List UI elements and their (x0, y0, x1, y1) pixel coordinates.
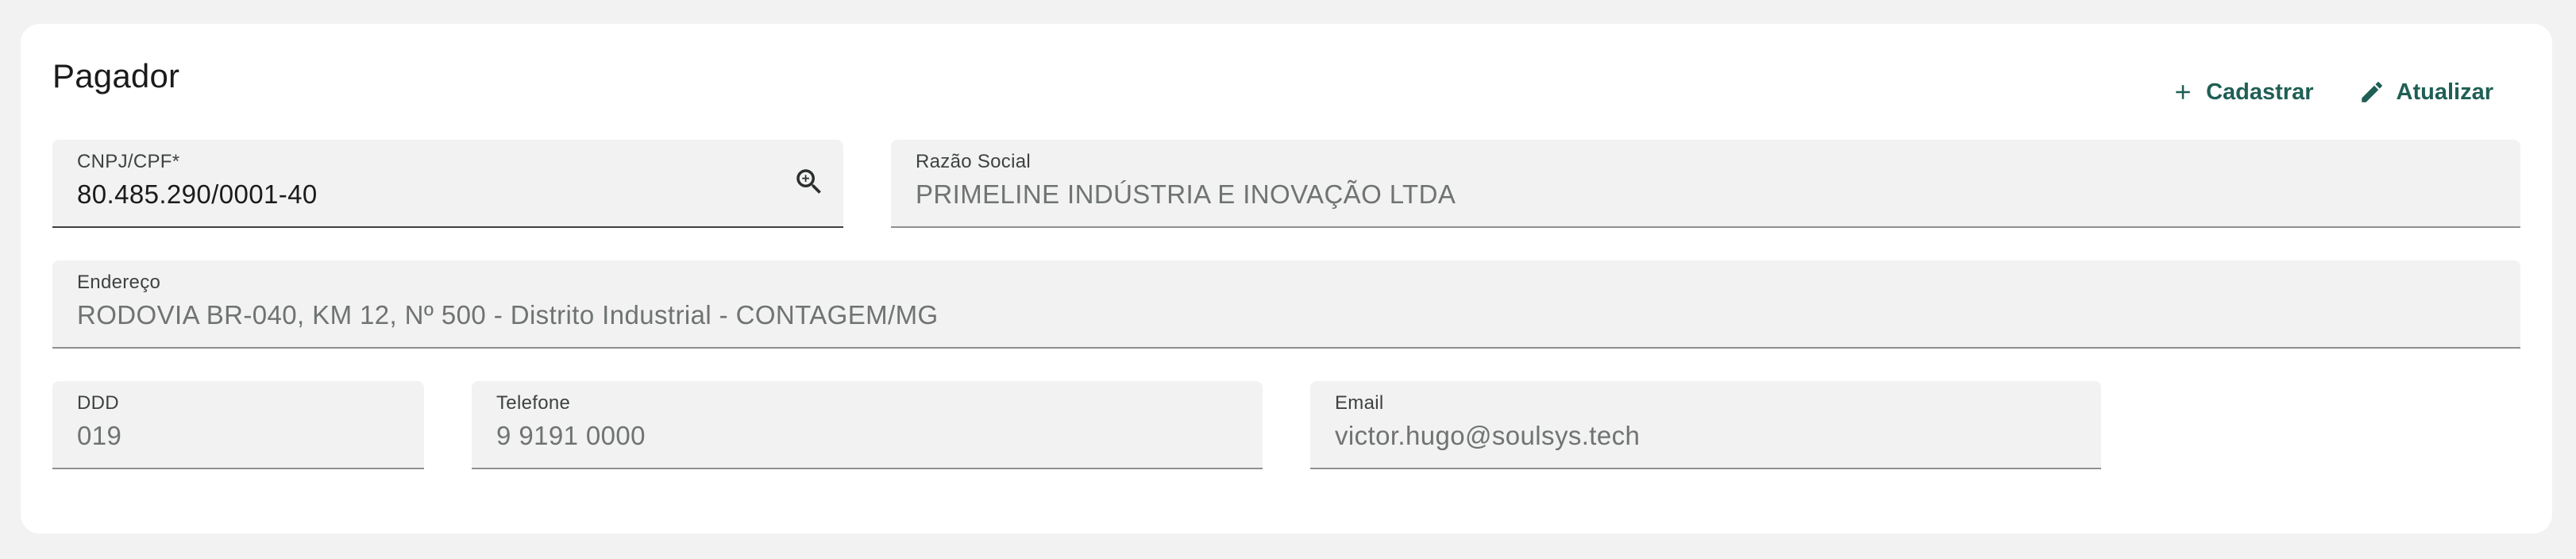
register-button-label: Cadastrar (2206, 79, 2314, 105)
ddd-field[interactable]: DDD 019 (52, 381, 424, 469)
cnpj-cpf-field[interactable]: CNPJ/CPF* 80.485.290/0001-40 (52, 140, 843, 228)
zoom-in-icon[interactable] (792, 165, 826, 202)
update-button[interactable]: Atualizar (2358, 71, 2493, 113)
razao-social-field[interactable]: Razão Social PRIMELINE INDÚSTRIA E INOVA… (891, 140, 2520, 228)
telefone-field[interactable]: Telefone 9 9191 0000 (472, 381, 1263, 469)
pencil-icon (2358, 79, 2385, 106)
card-actions: Cadastrar Atualizar (2171, 71, 2493, 113)
ddd-value[interactable]: 019 (77, 421, 121, 451)
telefone-label: Telefone (496, 392, 571, 414)
endereco-value[interactable]: RODOVIA BR-040, KM 12, Nº 500 - Distrito… (77, 300, 939, 330)
plus-icon (2171, 80, 2195, 104)
section-title: Pagador (52, 57, 180, 94)
telefone-value[interactable]: 9 9191 0000 (496, 421, 646, 451)
razao-social-value[interactable]: PRIMELINE INDÚSTRIA E INOVAÇÃO LTDA (916, 179, 1456, 210)
endereco-field[interactable]: Endereço RODOVIA BR-040, KM 12, Nº 500 -… (52, 260, 2520, 349)
email-label: Email (1335, 392, 1384, 414)
ddd-label: DDD (77, 392, 119, 414)
cnpj-cpf-value[interactable]: 80.485.290/0001-40 (77, 179, 318, 210)
endereco-label: Endereço (77, 272, 161, 293)
email-field[interactable]: Email victor.hugo@soulsys.tech (1310, 381, 2101, 469)
update-button-label: Atualizar (2396, 79, 2493, 105)
register-button[interactable]: Cadastrar (2171, 71, 2314, 113)
payer-card: Pagador Cadastrar Atualizar CNPJ/CPF* 80… (21, 24, 2552, 534)
cnpj-cpf-label: CNPJ/CPF* (77, 151, 180, 172)
email-value[interactable]: victor.hugo@soulsys.tech (1335, 421, 1640, 451)
razao-social-label: Razão Social (916, 151, 1032, 172)
